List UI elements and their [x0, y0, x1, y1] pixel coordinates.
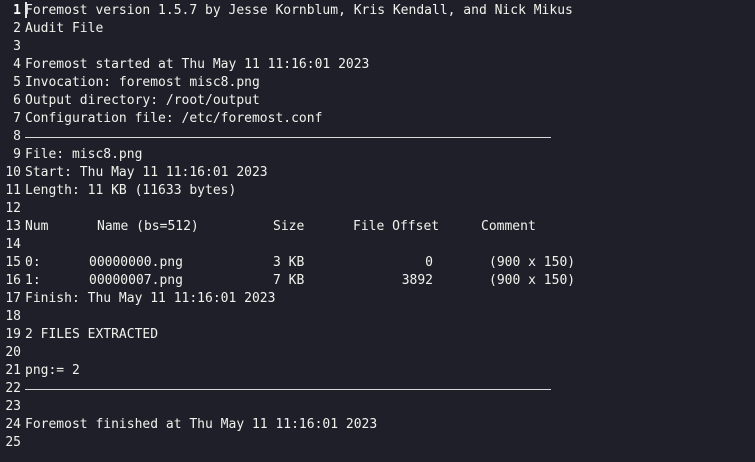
header-comment: Comment [481, 219, 536, 234]
line-number: 14 [5, 237, 21, 252]
line-number: 4 [13, 57, 21, 72]
line-number: 18 [5, 309, 21, 324]
cell-name: 00000007.png [89, 273, 183, 288]
separator-rule [25, 389, 551, 390]
table-row: 0: 00000000.png 3 KB 0 (900 x 150) [21, 254, 575, 272]
editor-line[interactable]: 12 [0, 200, 755, 218]
editor-line[interactable]: 4 Foremost started at Thu May 11 11:16:0… [0, 56, 755, 74]
line-number: 5 [13, 75, 21, 90]
header-offset: File Offset [353, 219, 440, 234]
line-number: 24 [5, 417, 21, 432]
editor-line[interactable]: 14 [0, 236, 755, 254]
header-size: Size [273, 219, 305, 234]
line-text: png:= 2 [25, 363, 80, 378]
cell-size: 3 KB [273, 255, 305, 270]
line-number: 7 [13, 111, 21, 126]
line-text [21, 236, 25, 254]
cell-offset: 3892 [401, 273, 433, 288]
table-row: 1: 00000007.png 7 KB 3892 (900 x 150) [21, 272, 575, 290]
line-number: 17 [5, 291, 21, 306]
line-text [21, 38, 25, 56]
editor-line[interactable]: 20 [0, 344, 755, 362]
line-number: 20 [5, 345, 21, 360]
line-number: 12 [5, 201, 21, 216]
cell-comment: (900 x 150) [489, 273, 576, 288]
line-text [21, 128, 551, 146]
cell-size: 7 KB [273, 273, 305, 288]
line-number: 1 [13, 3, 21, 18]
line-number: 22 [5, 381, 21, 396]
editor-line[interactable]: 16 1: 00000007.png 7 KB 3892 (900 x 150) [0, 272, 755, 290]
line-text [21, 380, 551, 398]
line-text: Output directory: /root/output [25, 93, 260, 108]
editor-line[interactable]: 1 Foremost version 1.5.7 by Jesse Kornbl… [0, 1, 755, 20]
editor-line[interactable]: 24 Foremost finished at Thu May 11 11:16… [0, 416, 755, 434]
table-header: Num Name (bs=512) Size File Offset Comment [21, 218, 536, 236]
line-number: 3 [13, 39, 21, 54]
editor-line[interactable]: 3 [0, 38, 755, 56]
editor-line[interactable]: 25 [0, 434, 755, 452]
line-text [21, 308, 25, 326]
line-text: Finish: Thu May 11 11:16:01 2023 [25, 291, 276, 306]
cell-num: 0: [25, 255, 41, 270]
editor-line[interactable]: 8 [0, 128, 755, 146]
line-text [21, 398, 25, 416]
line-number: 13 [5, 219, 21, 234]
line-text [21, 344, 25, 362]
line-number: 2 [13, 21, 21, 36]
cell-comment: (900 x 150) [489, 255, 576, 270]
editor-line[interactable]: 2 Audit File [0, 20, 755, 38]
editor-line[interactable]: 7 Configuration file: /etc/foremost.conf [0, 110, 755, 128]
line-text: Audit File [25, 21, 104, 36]
line-text [21, 434, 25, 452]
line-text: Foremost finished at Thu May 11 11:16:01… [25, 417, 378, 432]
line-text: Start: Thu May 11 11:16:01 2023 [25, 165, 268, 180]
cell-name: 00000000.png [89, 255, 183, 270]
editor-line[interactable]: 13 Num Name (bs=512) Size File Offset Commen… [0, 218, 755, 236]
line-text [21, 200, 25, 218]
line-number: 15 [5, 255, 21, 270]
text-cursor [25, 1, 27, 18]
editor-line[interactable]: 10 Start: Thu May 11 11:16:01 2023 [0, 164, 755, 182]
cell-offset: 0 [425, 255, 433, 270]
editor-line[interactable]: 5 Invocation: foremost misc8.png [0, 74, 755, 92]
text-editor[interactable]: 1 Foremost version 1.5.7 by Jesse Kornbl… [0, 0, 755, 462]
editor-line[interactable]: 19 2 FILES EXTRACTED [0, 326, 755, 344]
line-text: File: misc8.png [25, 147, 143, 162]
line-number: 11 [5, 183, 21, 198]
editor-line[interactable]: 9 File: misc8.png [0, 146, 755, 164]
line-text: Foremost started at Thu May 11 11:16:01 … [25, 57, 370, 72]
line-text: Invocation: foremost misc8.png [25, 75, 260, 90]
line-number: 8 [13, 129, 21, 144]
line-number: 25 [5, 435, 21, 450]
line-number: 23 [5, 399, 21, 414]
line-number: 16 [5, 273, 21, 288]
editor-line[interactable]: 18 [0, 308, 755, 326]
editor-line[interactable]: 23 [0, 398, 755, 416]
editor-line[interactable]: 6 Output directory: /root/output [0, 92, 755, 110]
editor-line[interactable]: 11 Length: 11 KB (11633 bytes) [0, 182, 755, 200]
line-number: 21 [5, 363, 21, 378]
line-number: 10 [5, 165, 21, 180]
header-num: Num [25, 219, 49, 234]
header-name: Name (bs=512) [97, 219, 199, 234]
editor-line[interactable]: 17 Finish: Thu May 11 11:16:01 2023 [0, 290, 755, 308]
separator-rule [25, 137, 551, 138]
line-number: 6 [13, 93, 21, 108]
line-text: Foremost version 1.5.7 by Jesse Kornblum… [21, 1, 573, 20]
line-number: 9 [13, 147, 21, 162]
editor-line[interactable]: 22 [0, 380, 755, 398]
line-text: 2 FILES EXTRACTED [25, 327, 159, 342]
line-text: Configuration file: /etc/foremost.conf [25, 111, 323, 126]
editor-line[interactable]: 15 0: 00000000.png 3 KB 0 (900 x 150) [0, 254, 755, 272]
editor-line[interactable]: 21 png:= 2 [0, 362, 755, 380]
line-content: Foremost version 1.5.7 by Jesse Kornblum… [25, 3, 573, 18]
cell-num: 1: [25, 273, 41, 288]
line-text: Length: 11 KB (11633 bytes) [25, 183, 237, 198]
line-number: 19 [5, 327, 21, 342]
